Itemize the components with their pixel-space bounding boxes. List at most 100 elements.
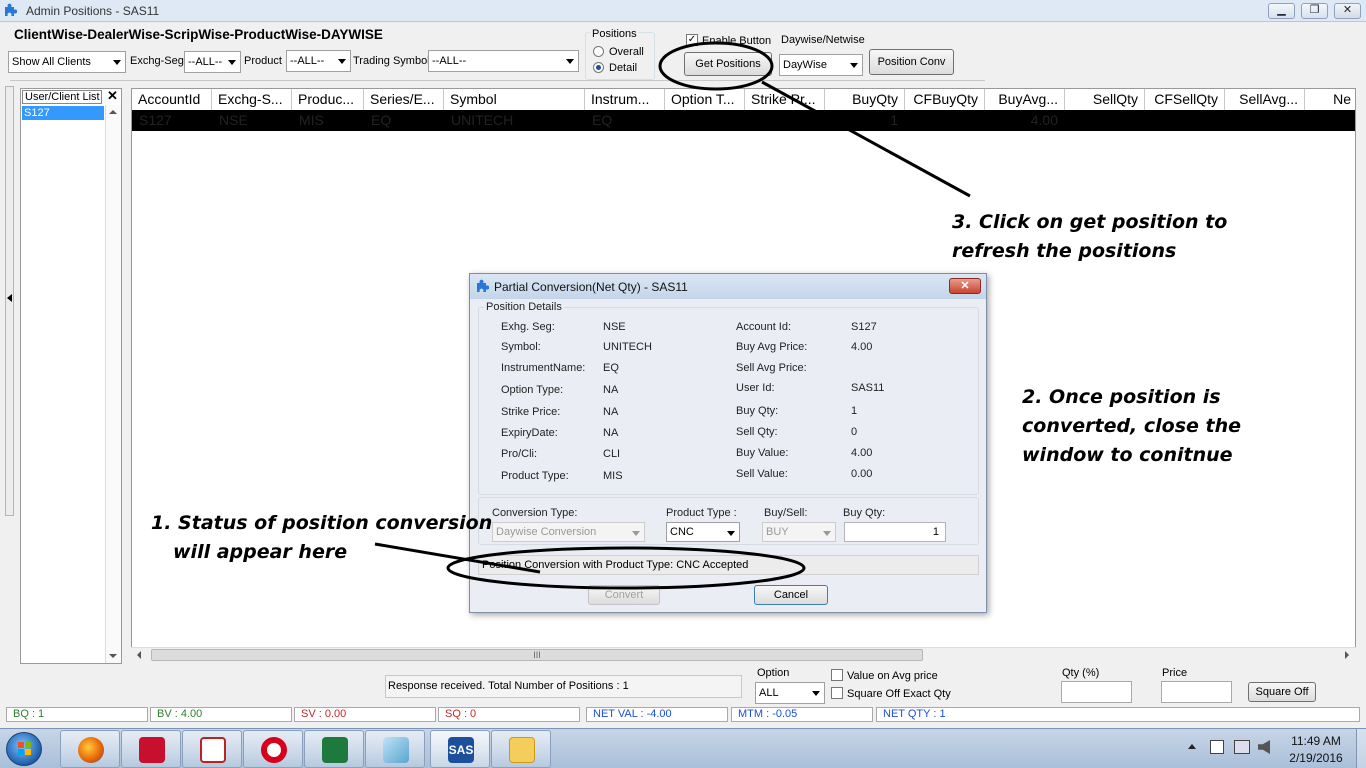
option-select[interactable]: ALL: [755, 682, 825, 704]
field-label: ExpiryDate:: [501, 427, 558, 439]
field-value: S127: [851, 321, 877, 333]
column-header[interactable]: Symbol: [444, 89, 585, 110]
table-cell: UNITECH: [451, 112, 514, 128]
column-header[interactable]: Series/E...: [364, 89, 444, 110]
dialog-close-button[interactable]: ✕: [949, 278, 981, 294]
field-label: Symbol:: [501, 341, 541, 353]
daywise-select[interactable]: DayWise: [779, 54, 863, 76]
scroll-up-icon[interactable]: [109, 110, 117, 114]
column-header[interactable]: Instrum...: [585, 89, 665, 110]
buy-sell-value: BUY: [766, 526, 789, 538]
column-header[interactable]: Ne: [1305, 89, 1355, 110]
column-header[interactable]: CFSellQty: [1145, 89, 1225, 110]
column-header[interactable]: SellQty: [1065, 89, 1145, 110]
get-positions-button[interactable]: Get Positions: [684, 52, 772, 76]
scroll-right-icon[interactable]: [1345, 651, 1349, 659]
exchg-seg-select[interactable]: --ALL--: [184, 51, 241, 73]
annotation-2-line-1: 2. Once position is: [1022, 386, 1221, 408]
field-label: Account Id:: [736, 321, 792, 333]
buy-sell-select: BUY: [762, 522, 836, 542]
taskbar-excel[interactable]: [304, 730, 364, 768]
enable-button-label: Enable Button: [702, 35, 772, 47]
exchg-seg-value: --ALL--: [188, 56, 223, 68]
net-qty-status: NET QTY : 1: [876, 707, 1360, 722]
qty-pct-input[interactable]: [1061, 681, 1132, 703]
square-off-exact-checkbox[interactable]: [831, 687, 843, 699]
taskbar-acrobat[interactable]: [121, 730, 181, 768]
field-label: User Id:: [736, 382, 775, 394]
volume-icon[interactable]: [1258, 740, 1270, 754]
column-header[interactable]: BuyAvg...: [985, 89, 1065, 110]
field-label: Sell Avg Price:: [736, 362, 807, 374]
column-header[interactable]: Exchg-S...: [212, 89, 292, 110]
scroll-left-icon[interactable]: [137, 651, 141, 659]
list-item[interactable]: S127: [22, 106, 104, 120]
column-header[interactable]: BuyQty: [825, 89, 905, 110]
cancel-button[interactable]: Cancel: [754, 585, 828, 605]
column-header[interactable]: Produc...: [292, 89, 364, 110]
minimize-button[interactable]: ▁: [1268, 3, 1295, 19]
field-label: Pro/Cli:: [501, 448, 538, 460]
net-val-status: NET VAL : -4.00: [586, 707, 728, 722]
windows-start-icon[interactable]: [6, 732, 42, 766]
list-scrollbar[interactable]: [105, 105, 121, 663]
column-header[interactable]: Option T...: [665, 89, 745, 110]
horizontal-scrollbar[interactable]: III: [131, 647, 1356, 662]
chevron-down-icon: [228, 60, 236, 65]
product-type-label: Product Type :: [666, 507, 737, 519]
product-select[interactable]: --ALL--: [286, 50, 351, 72]
mtm-status: MTM : -0.05: [731, 707, 873, 722]
show-hidden-icons[interactable]: [1188, 744, 1196, 749]
taskbar-notes[interactable]: [365, 730, 425, 768]
taskbar-opera[interactable]: [243, 730, 303, 768]
sv-status: SV : 0.00: [294, 707, 436, 722]
scroll-down-icon[interactable]: [109, 654, 117, 658]
chevron-down-icon: [566, 59, 574, 64]
restore-button[interactable]: ❐: [1301, 3, 1328, 19]
field-value: 0: [851, 426, 858, 438]
detail-radio[interactable]: [593, 62, 604, 73]
buy-sell-label: Buy/Sell:: [764, 507, 808, 519]
clock-date[interactable]: 2/19/2016: [1288, 751, 1344, 765]
field-value: EQ: [603, 362, 619, 374]
column-header[interactable]: Strike Pr...: [745, 89, 825, 110]
clients-select[interactable]: Show All Clients: [8, 51, 126, 73]
field-label: Buy Value:: [736, 447, 789, 459]
value-on-avg-checkbox[interactable]: [831, 669, 843, 681]
taskbar-firefox[interactable]: [60, 730, 120, 768]
network-icon[interactable]: [1234, 740, 1250, 754]
collapse-left-icon[interactable]: [7, 294, 12, 302]
square-off-button[interactable]: Square Off: [1248, 682, 1316, 702]
dialog-title: Partial Conversion(Net Qty) - SAS11: [494, 280, 688, 294]
column-header[interactable]: CFBuyQty: [905, 89, 985, 110]
column-header[interactable]: AccountId: [132, 89, 212, 110]
price-input[interactable]: [1161, 681, 1232, 703]
table-cell: EQ: [371, 112, 392, 128]
trading-symbol-select[interactable]: --ALL--: [428, 50, 579, 72]
restore-icon: ❐: [1309, 4, 1320, 16]
field-label: Sell Value:: [736, 468, 788, 480]
chevron-down-icon: [113, 60, 121, 65]
column-header[interactable]: SellAvg...: [1225, 89, 1305, 110]
show-desktop-button[interactable]: [1356, 729, 1366, 768]
buy-qty-input[interactable]: 1: [844, 522, 946, 542]
chevron-down-icon: [812, 691, 820, 696]
chevron-down-icon: [823, 531, 831, 536]
detail-label: Detail: [609, 62, 638, 74]
position-conv-button[interactable]: Position Conv: [869, 49, 954, 75]
taskbar-network-tool[interactable]: [182, 730, 242, 768]
close-list-icon[interactable]: ✕: [107, 88, 118, 104]
clock-time[interactable]: 11:49 AM: [1288, 734, 1344, 748]
enable-button-checkbox[interactable]: ✓: [686, 34, 698, 46]
taskbar-file-explorer[interactable]: [491, 730, 551, 768]
taskbar-sas[interactable]: SAS: [430, 730, 490, 768]
close-button[interactable]: ✕: [1334, 3, 1361, 19]
product-type-select[interactable]: CNC: [666, 522, 740, 542]
scroll-thumb-grip: III: [533, 650, 541, 660]
overall-radio[interactable]: [593, 46, 604, 57]
action-center-icon[interactable]: [1210, 740, 1224, 754]
scroll-thumb[interactable]: III: [151, 649, 923, 661]
annotation-1-line-1: 1. Status of position conversion: [151, 512, 493, 534]
convert-button[interactable]: Convert: [588, 585, 660, 605]
conversion-type-select: Daywise Conversion: [492, 522, 645, 542]
